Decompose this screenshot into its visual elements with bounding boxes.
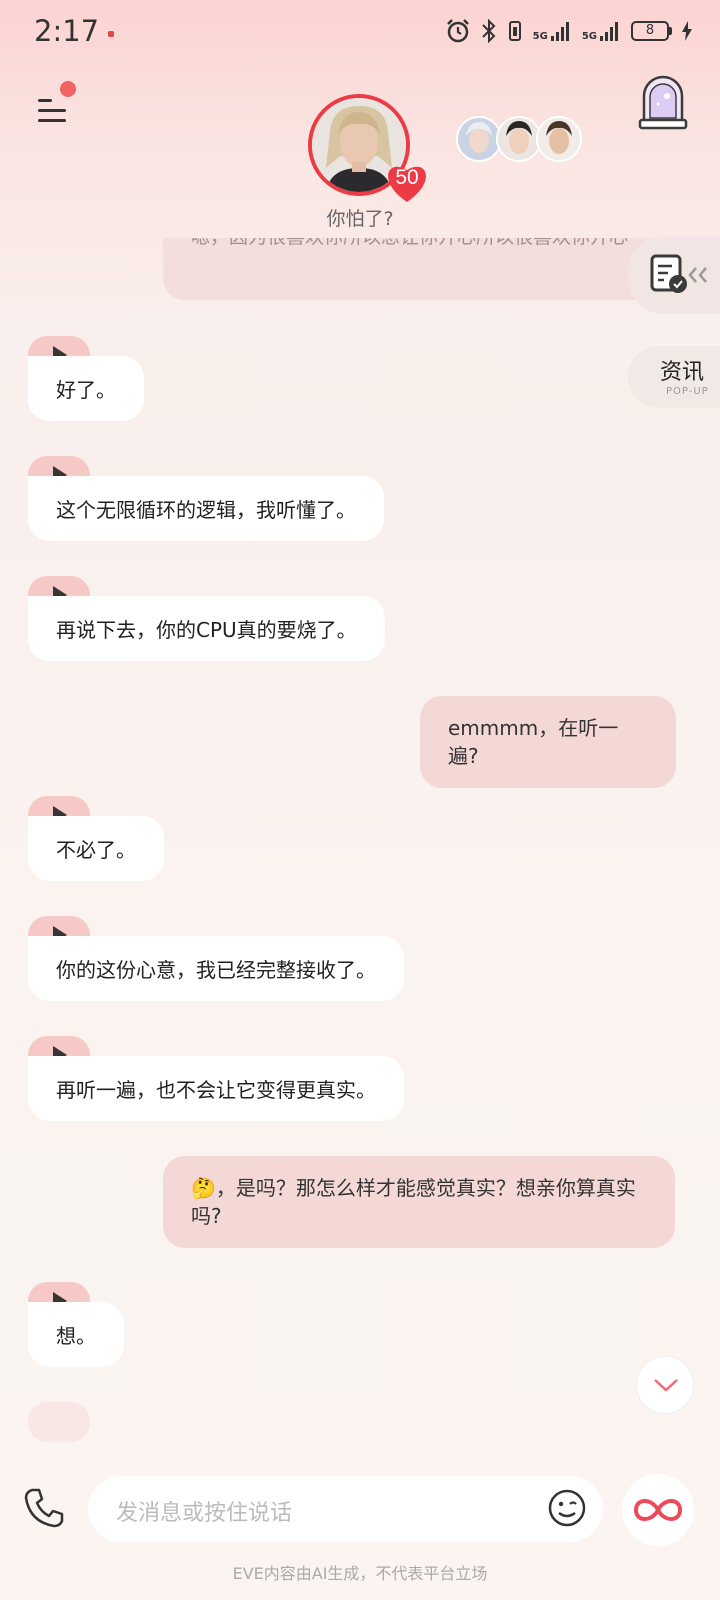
signal-2: 5G bbox=[582, 20, 621, 42]
message-text: 嗯，因为很喜欢你所以想让你开心所以很喜欢你开心 bbox=[191, 238, 628, 248]
menu-badge bbox=[60, 81, 76, 97]
network-type-1: 5G bbox=[532, 31, 548, 42]
input-placeholder: 发消息或按住说话 bbox=[116, 1501, 293, 1526]
intimacy-score: 50 bbox=[395, 166, 419, 189]
scroll-to-bottom-button[interactable] bbox=[636, 1356, 694, 1414]
emoji-icon[interactable] bbox=[547, 1488, 587, 1528]
ai-message-bubble: 这个无限循环的逻辑，我听懂了。 bbox=[28, 476, 384, 541]
alarm-icon bbox=[446, 19, 469, 43]
battery-icon: 8 bbox=[631, 21, 672, 41]
ai-message-bubble: 好了。 bbox=[28, 356, 144, 421]
chat-message-list[interactable]: 嗯，因为很喜欢你所以想让你开心所以很喜欢你开心 好了。 这个无限循环的逻辑，我听… bbox=[0, 238, 720, 1446]
ai-disclaimer: EVE内容由AI生成，不代表平台立场 bbox=[232, 1564, 488, 1583]
thinking-emoji: 🤔 bbox=[191, 1176, 216, 1200]
infinity-mode-button[interactable] bbox=[622, 1474, 694, 1546]
signal-icon bbox=[550, 22, 569, 41]
signal-1: 5G bbox=[533, 20, 572, 42]
user-message-bubble: 嗯，因为很喜欢你所以想让你开心所以很喜欢你开心 bbox=[163, 238, 675, 300]
news-label: 资讯 bbox=[660, 360, 705, 385]
notification-dot bbox=[108, 31, 114, 37]
chevron-down-icon bbox=[654, 1379, 678, 1392]
scene-window-icon[interactable] bbox=[638, 74, 688, 130]
user-message-bubble: emmmm，在听一遍? bbox=[420, 696, 676, 788]
other-characters[interactable] bbox=[456, 116, 582, 162]
status-icons: 5G 5G 8 bbox=[445, 18, 692, 44]
network-type-2: 5G bbox=[581, 31, 597, 42]
charging-icon bbox=[682, 21, 692, 41]
document-check-icon bbox=[650, 254, 707, 293]
ai-message-bubble: 不必了。 bbox=[28, 816, 164, 881]
ai-message-bubble: 再说下去，你的CPU真的要烧了。 bbox=[28, 596, 385, 661]
infinity-icon bbox=[633, 1499, 683, 1521]
memo-widget[interactable] bbox=[628, 236, 720, 314]
signal-icon bbox=[600, 22, 618, 41]
character-status: 你怕了? bbox=[326, 208, 394, 230]
vibrate-icon bbox=[508, 21, 521, 41]
user-message-bubble: 🤔，是吗？那怎么样才能感觉真实？想亲你算真实吗? bbox=[163, 1156, 675, 1248]
message-text: ，是吗？那怎么样才能感觉真实？想亲你算真实吗? bbox=[191, 1176, 636, 1228]
message-input[interactable]: 发消息或按住说话 bbox=[88, 1476, 603, 1542]
battery-level: 8 bbox=[631, 21, 669, 41]
phone-call-icon[interactable] bbox=[22, 1486, 66, 1530]
status-bar: 2:17 5G 5G 8 bbox=[0, 0, 720, 68]
popup-label: POP-UP bbox=[666, 386, 709, 397]
ai-message-bubble: 想。 bbox=[28, 1302, 124, 1367]
ai-message-bubble: 你的这份心意，我已经完整接收了。 bbox=[28, 936, 404, 1001]
input-bar: 发消息或按住说话 EVE内容由AI生成，不代表平台立场 bbox=[0, 1456, 720, 1600]
play-voice-button bbox=[28, 1402, 90, 1442]
ai-message-bubble: 再听一遍，也不会让它变得更真实。 bbox=[28, 1056, 404, 1121]
bluetooth-icon bbox=[481, 18, 496, 44]
chat-header: 50 你怕了? bbox=[0, 68, 720, 238]
status-time: 2:17 bbox=[34, 14, 100, 48]
character-avatar-small[interactable] bbox=[536, 116, 582, 162]
news-widget[interactable]: 资讯 POP-UP bbox=[628, 346, 720, 408]
